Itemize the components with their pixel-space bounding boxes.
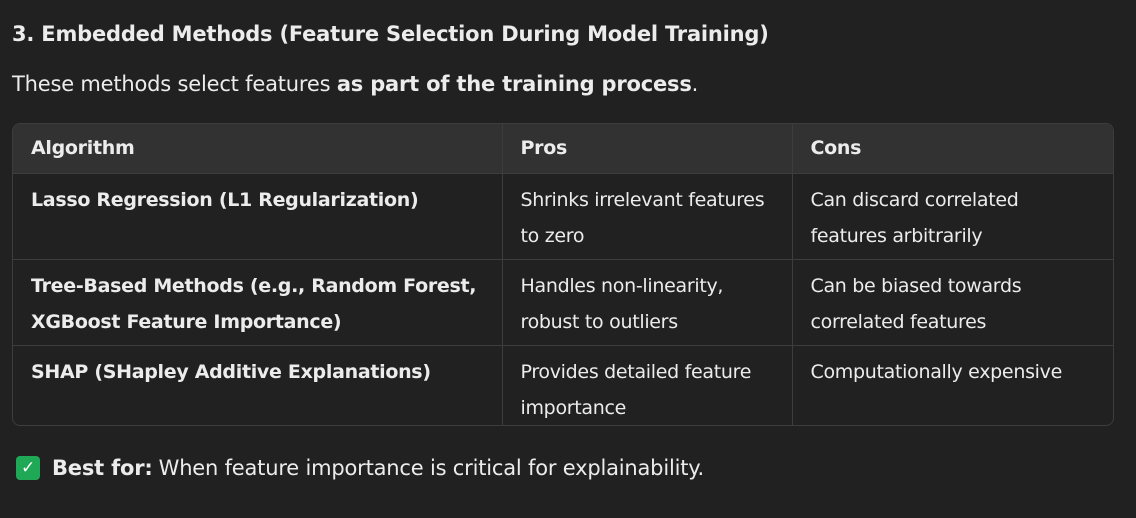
section-heading: 3. Embedded Methods (Feature Selection D… — [12, 22, 769, 46]
cell-pros: Provides detailed feature importance — [502, 345, 793, 425]
header-pros: Pros — [502, 124, 793, 174]
cell-cons: Can be biased towards correlated feature… — [792, 259, 1113, 346]
methods-table-container: Algorithm Pros Cons Lasso Regression (L1… — [12, 123, 1114, 426]
cell-algorithm: Lasso Regression (L1 Regularization) — [13, 173, 503, 260]
table-header-row: Algorithm Pros Cons — [13, 124, 1113, 174]
header-algorithm: Algorithm — [13, 124, 503, 174]
check-mark-icon: ✓ — [16, 456, 40, 480]
cell-cons: Computationally expensive — [810, 360, 1063, 383]
intro-paragraph: These methods select features as part of… — [12, 72, 698, 96]
table-row: Tree-Based Methods (e.g., Random Forest,… — [13, 259, 1113, 346]
best-for-label: Best for: — [52, 456, 153, 480]
intro-suffix: . — [691, 72, 699, 96]
best-for-text: When feature importance is critical for … — [158, 456, 705, 480]
intro-prefix: These methods select features — [12, 72, 337, 96]
cell-pros: Shrinks irrelevant features to zero — [502, 173, 793, 260]
intro-bold: as part of the training process — [336, 72, 692, 96]
best-for-note: ✓ Best for: When feature importance is c… — [16, 456, 704, 480]
header-cons: Cons — [792, 124, 1113, 174]
table-row: SHAP (SHapley Additive Explanations) Pro… — [13, 345, 1113, 425]
methods-table: Algorithm Pros Cons Lasso Regression (L1… — [13, 124, 1113, 425]
cell-cons: Can discard correlated features arbitrar… — [792, 173, 1113, 260]
cell-algorithm: SHAP (SHapley Additive Explanations) — [13, 345, 503, 425]
table-row: Lasso Regression (L1 Regularization) Shr… — [13, 173, 1113, 260]
cell-algorithm: Tree-Based Methods (e.g., Random Forest,… — [13, 259, 503, 346]
cell-pros: Handles non-linearity, robust to outlier… — [502, 259, 793, 346]
